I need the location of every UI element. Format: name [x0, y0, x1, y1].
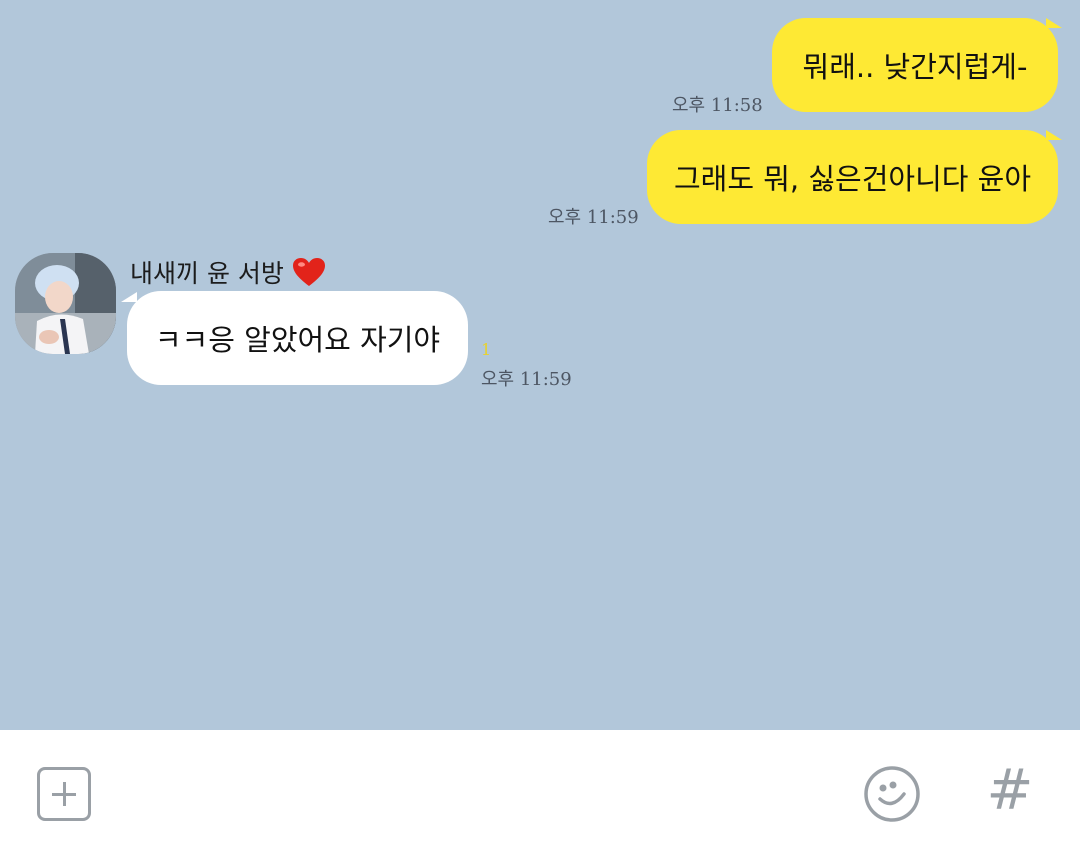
message-text: 그래도 뭐, 싫은건아니다 윤아	[673, 162, 1032, 196]
unread-count: 1	[481, 340, 492, 359]
outgoing-message-bubble[interactable]: 그래도 뭐, 싫은건아니다 윤아	[647, 130, 1058, 224]
plus-square-icon[interactable]	[37, 767, 91, 821]
chat-area[interactable]: 오후 11:58 뭐래.. 낮간지럽게- 오후 11:59 그래도 뭐, 싫은건…	[0, 0, 1080, 730]
avatar[interactable]	[15, 253, 116, 354]
message-time: 오후 11:58	[672, 95, 763, 116]
bubble-tail	[1046, 18, 1062, 28]
message-time: 오후 11:59	[548, 207, 639, 228]
smiley-icon[interactable]	[862, 764, 922, 824]
heart-icon	[292, 258, 325, 286]
message-time: 오후 11:59	[481, 369, 572, 390]
sender-name: 내새끼 윤 서방	[130, 254, 326, 290]
sender-name-text: 내새끼 윤 서방	[130, 259, 284, 288]
profile-photo	[15, 253, 116, 354]
incoming-message-bubble[interactable]: ㅋㅋ응 알았어요 자기야	[127, 291, 468, 385]
hashtag-search-button[interactable]: #	[985, 758, 1035, 823]
outgoing-message-bubble[interactable]: 뭐래.. 낮간지럽게-	[772, 18, 1058, 112]
bubble-tail	[1046, 130, 1062, 140]
bubble-tail	[121, 292, 137, 302]
message-text: 뭐래.. 낮간지럽게-	[802, 50, 1028, 84]
message-text: ㅋㅋ응 알았어요 자기야	[154, 323, 441, 357]
